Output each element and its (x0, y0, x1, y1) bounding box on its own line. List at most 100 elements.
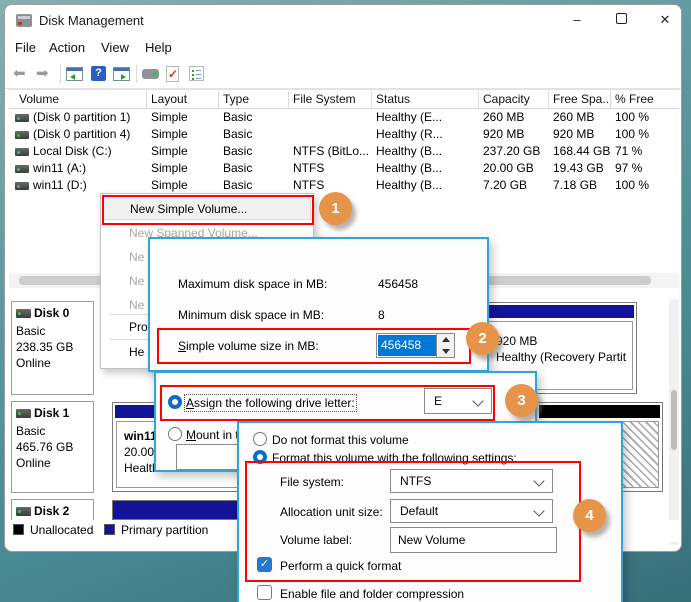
allocation-unit-size-label: Allocation unit size: (280, 505, 383, 519)
table-row[interactable]: (Disk 0 partition 1) Simple Basic Health… (9, 109, 679, 126)
partition-name: win11 (124, 429, 157, 443)
mount-folder-radio[interactable] (168, 427, 182, 441)
console-tree-icon[interactable] (66, 67, 83, 81)
do-not-format-radio[interactable] (253, 432, 267, 446)
cell-file-system: NTFS (293, 178, 324, 192)
check-document-icon[interactable] (166, 66, 179, 82)
volume-label-value: New Volume (398, 533, 465, 547)
cell-pct-free: 100 % (615, 110, 649, 124)
disk0-size: 238.35 GB (16, 340, 73, 354)
column-header-pct-free[interactable]: % Free (615, 92, 654, 106)
cell-type: Basic (223, 161, 252, 175)
cell-capacity: 920 MB (483, 127, 524, 141)
table-row[interactable]: Local Disk (C:) Simple Basic NTFS (BitLo… (9, 143, 679, 160)
menu-file[interactable]: File (15, 40, 36, 55)
step-4-badge: 4 (573, 499, 606, 532)
column-header-capacity[interactable]: Capacity (483, 92, 530, 106)
spacer (87, 65, 88, 83)
min-disk-space-label: Minimum disk space in MB: (178, 308, 324, 322)
cell-volume: (Disk 0 partition 1) (33, 110, 130, 124)
forward-icon[interactable]: ➡ (36, 66, 49, 82)
cell-file-system: NTFS (BitLo... (293, 144, 369, 158)
volume-size-spinner[interactable]: 456458 (376, 333, 455, 358)
cell-layout: Simple (151, 178, 188, 192)
chevron-down-icon (533, 475, 544, 486)
column-header-status[interactable]: Status (376, 92, 410, 106)
file-system-value: NTFS (400, 474, 431, 488)
step-1-badge: 1 (319, 192, 352, 225)
menu-item-new-simple-volume[interactable]: New Simple Volume... (103, 196, 311, 220)
quick-format-checkbox[interactable]: ✓ (257, 557, 272, 572)
disk0-type: Basic (16, 324, 45, 338)
disk-icon (16, 409, 31, 418)
column-header-free-space[interactable]: Free Spa... (553, 92, 612, 106)
step-3-badge: 3 (505, 384, 538, 417)
menu-action[interactable]: Action (49, 40, 85, 55)
volume-table-header: Volume Layout Type File System Status Ca… (9, 89, 679, 109)
disk-icon (16, 507, 31, 516)
cell-pct-free: 97 % (615, 161, 642, 175)
back-icon[interactable]: ⬅ (13, 66, 26, 82)
file-system-dropdown[interactable]: NTFS (390, 469, 553, 493)
cell-capacity: 260 MB (483, 110, 524, 124)
unallocated-swatch (13, 524, 24, 535)
drive-letter-dropdown[interactable]: E (424, 388, 492, 414)
cell-type: Basic (223, 110, 252, 124)
minimize-button[interactable]: – (557, 7, 597, 33)
cell-volume: (Disk 0 partition 4) (33, 127, 130, 141)
column-header-type[interactable]: Type (223, 92, 249, 106)
menu-view[interactable]: View (101, 40, 129, 55)
cell-volume: win11 (A:) (33, 161, 86, 175)
disk1-status: Online (16, 456, 51, 470)
cell-pct-free: 100 % (615, 178, 649, 192)
primary-partition-swatch (104, 524, 115, 535)
vertical-scrollbar[interactable] (669, 299, 679, 545)
assign-drive-letter-radio[interactable] (168, 395, 182, 409)
table-row[interactable]: (Disk 0 partition 4) Simple Basic Health… (9, 126, 679, 143)
help-icon[interactable]: ? (91, 66, 106, 81)
vertical-scrollbar-thumb[interactable] (671, 390, 677, 450)
menu-help[interactable]: Help (145, 40, 172, 55)
maximize-button[interactable] (601, 7, 641, 33)
compression-label: Enable file and folder compression (280, 587, 464, 601)
device-icon[interactable] (142, 69, 159, 79)
format-volume-label: Format this volume with the following se… (272, 451, 517, 465)
legend-unallocated: Unallocated (30, 523, 93, 537)
format-volume-radio[interactable] (253, 450, 267, 464)
maximize-icon (616, 13, 627, 24)
cell-status: Healthy (B... (376, 178, 442, 192)
cell-capacity: 20.00 GB (483, 161, 534, 175)
column-header-file-system[interactable]: File System (293, 92, 356, 106)
disk1-info-card[interactable]: Disk 1 Basic 465.76 GB Online (11, 401, 94, 493)
close-button[interactable]: ✕ (645, 7, 682, 33)
cell-type: Basic (223, 178, 252, 192)
column-header-layout[interactable]: Layout (151, 92, 187, 106)
cell-pct-free: 100 % (615, 127, 649, 141)
cell-status: Healthy (B... (376, 161, 442, 175)
allocation-unit-size-dropdown[interactable]: Default (390, 499, 553, 523)
column-header-volume[interactable]: Volume (19, 92, 59, 106)
cell-volume: Local Disk (C:) (33, 144, 112, 158)
disk0-name: Disk 0 (34, 306, 69, 320)
cell-type: Basic (223, 127, 252, 141)
spinner-down-icon[interactable] (437, 346, 454, 358)
volume-label-field[interactable]: New Volume (390, 527, 557, 553)
table-row[interactable]: win11 (A:) Simple Basic NTFS Healthy (B.… (9, 160, 679, 177)
cell-capacity: 237.20 GB (483, 144, 540, 158)
chevron-down-icon (472, 395, 483, 406)
console-window-icon[interactable] (113, 67, 130, 81)
cell-layout: Simple (151, 110, 188, 124)
cell-free-space: 7.18 GB (553, 178, 597, 192)
checklist-icon[interactable] (189, 66, 204, 81)
titlebar[interactable]: Disk Management – ✕ (5, 5, 681, 37)
unallocated-bar (539, 405, 660, 418)
disk2-info-card[interactable]: Disk 2 (11, 499, 94, 520)
simple-volume-size-label: Simple volume size in MB: (178, 339, 319, 353)
compression-checkbox[interactable] (257, 585, 272, 600)
disk0-info-card[interactable]: Disk 0 Basic 238.35 GB Online (11, 301, 94, 395)
volume-size-value[interactable]: 456458 (378, 335, 439, 356)
table-row[interactable]: win11 (D:) Simple Basic NTFS Healthy (B.… (9, 177, 679, 194)
cell-file-system: NTFS (293, 161, 324, 175)
assign-drive-letter-label[interactable]: Assign the following drive letter: (186, 396, 355, 410)
volume-icon (15, 148, 29, 156)
